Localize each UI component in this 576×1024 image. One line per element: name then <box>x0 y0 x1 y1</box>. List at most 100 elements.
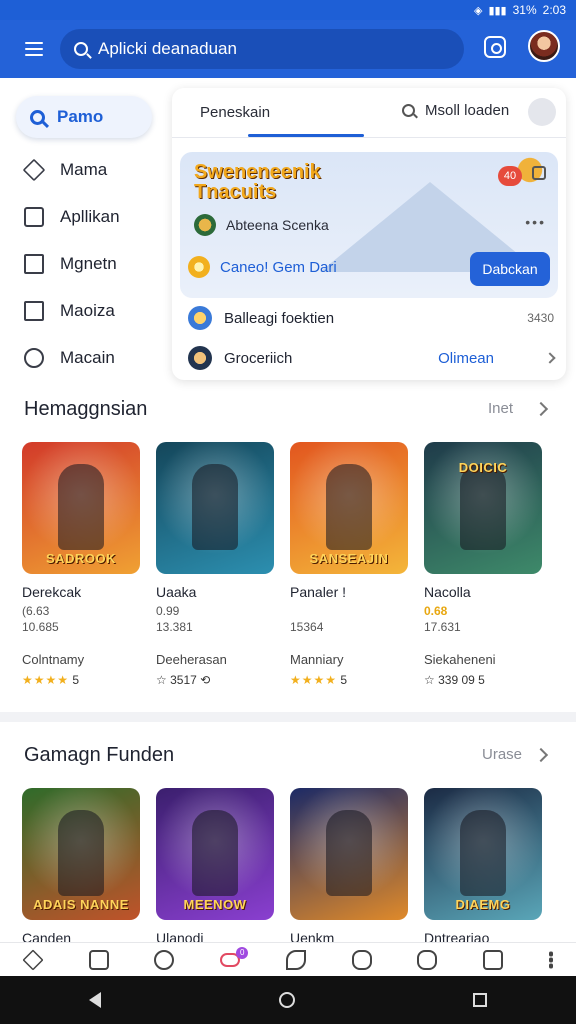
game-count: 15364 <box>290 620 324 634</box>
section-more-link[interactable]: Urase <box>482 746 522 763</box>
game-card[interactable]: SANSEAJIN Panaler ! 15364 Manniary ★★★★ … <box>290 442 408 687</box>
list-row-label: Groceriich <box>224 349 293 367</box>
back-icon[interactable] <box>89 992 101 1008</box>
page-icon[interactable] <box>483 949 504 970</box>
rating-stars: ★★★★ <box>290 673 338 687</box>
game-count: 10.685 <box>22 620 59 634</box>
hero-action-button[interactable]: Dabckan <box>470 252 550 286</box>
game-card[interactable]: SADROOK Derekcak (6.63 10.685 Colntnamy … <box>22 442 140 687</box>
menu-button[interactable] <box>14 29 54 69</box>
section-title: Hemaggnsian <box>24 398 148 420</box>
expand-icon[interactable] <box>532 166 546 180</box>
game-card[interactable]: DOICIC Nacolla 0.68 17.631 Siekaheneni ☆… <box>424 442 542 687</box>
game-card[interactable]: MEENOW Ulanodi <box>156 788 274 946</box>
avatar[interactable] <box>528 30 560 62</box>
game-category: Deeherasan <box>156 652 227 667</box>
game-category: Siekaheneni <box>424 652 496 667</box>
game-logo: DIAEMG <box>455 897 511 912</box>
top-app-bar: Aplicki deanaduan <box>0 20 576 78</box>
nav-item-mama[interactable]: Mama <box>16 146 156 193</box>
camera-icon[interactable] <box>484 36 506 58</box>
game-row-2: ADAIS NANNE Canden MEENOW Ulanodi Uenkm … <box>22 788 542 946</box>
game-icon <box>188 346 212 370</box>
rating-extra: 5 <box>72 673 80 687</box>
home-circle-icon[interactable] <box>279 992 295 1008</box>
list-row-value: 3430 <box>527 311 554 325</box>
search-text: Aplicki deanaduan <box>98 39 237 58</box>
tab-peneskain[interactable]: Peneskain <box>200 104 270 121</box>
list-row[interactable]: Groceriich Olimean <box>188 338 558 378</box>
home-icon[interactable] <box>22 948 44 971</box>
hero-title-line2: Tnacuits <box>194 181 277 203</box>
chevron-right-icon[interactable] <box>533 401 549 417</box>
panel-search-button[interactable] <box>528 98 556 126</box>
game-price: (6.63 <box>22 604 50 618</box>
nav-item-label: Mgnetn <box>60 253 117 273</box>
game-thumbnail: ADAIS NANNE <box>22 788 140 920</box>
circle-icon[interactable] <box>154 949 175 970</box>
chevron-right-icon[interactable] <box>533 747 549 763</box>
search-bar[interactable]: Aplicki deanaduan <box>60 29 464 69</box>
nav-item-mgnetn[interactable]: Mgnetn <box>16 240 156 287</box>
game-logo: SANSEAJIN <box>309 551 389 566</box>
hero-title: Sweneneenik Tnacuits <box>194 162 321 202</box>
game-category: Manniary <box>290 652 344 667</box>
box-icon <box>24 300 44 321</box>
more-icon[interactable]: ••• <box>525 214 546 230</box>
game-rating: ☆ 339 09 5 <box>424 673 542 687</box>
game-logo: ADAIS NANNE <box>33 897 129 912</box>
search-icon <box>30 109 45 125</box>
clock: 2:03 <box>542 3 566 17</box>
game-thumbnail <box>156 442 274 574</box>
hero-banner[interactable]: Sweneneenik Tnacuits 40 Abteena Scenka •… <box>180 152 558 298</box>
game-rating: ☆ 3517 ⟲ <box>156 673 274 687</box>
square-icon[interactable] <box>88 949 109 970</box>
section-more-link[interactable]: Inet <box>488 400 513 417</box>
game-thumbnail: MEENOW <box>156 788 274 920</box>
game-card[interactable]: Uaaka 0.99 13.381 Deeherasan ☆ 3517 ⟲ <box>156 442 274 687</box>
puzzle-icon[interactable] <box>417 949 438 970</box>
nav-item-macain[interactable]: Macain <box>16 334 156 381</box>
chevron-right-icon[interactable] <box>544 352 556 364</box>
rating-stars: ★★★★ <box>22 673 70 687</box>
hero-title-line1: Sweneneenik <box>194 161 321 183</box>
nav-item-maoiza[interactable]: Maoiza <box>16 287 156 334</box>
game-name: Derekcak <box>22 584 82 600</box>
system-nav-bar <box>0 976 576 1024</box>
game-thumbnail: SADROOK <box>22 442 140 574</box>
game-rating: ★★★★ 5 <box>22 673 140 687</box>
game-rating: ★★★★ 5 <box>290 673 408 687</box>
game-name: Nacolla <box>424 584 471 600</box>
star-icon[interactable] <box>351 949 372 970</box>
rating-stars: ☆ 3517 <box>156 673 197 687</box>
list-row[interactable]: Balleagi foektien 3430 <box>188 298 558 338</box>
game-card[interactable]: Uenkm <box>290 788 408 946</box>
game-name: Panaler ! <box>290 584 347 600</box>
home-icon <box>22 158 46 181</box>
tab-label: Msoll loaden <box>425 102 510 119</box>
leaf-icon[interactable] <box>285 949 306 970</box>
game-count: 17.631 <box>424 620 461 634</box>
wifi-icon: ◈ <box>473 4 483 17</box>
rating-extra: 5 <box>478 673 485 687</box>
hero-subtitle: Abteena Scenka <box>194 214 329 236</box>
recents-icon[interactable] <box>473 993 487 1007</box>
game-card[interactable]: ADAIS NANNE Canden <box>22 788 140 946</box>
game-card[interactable]: DIAEMG Dntreariao <box>424 788 542 946</box>
nav-search-button[interactable]: Pamo <box>16 96 152 138</box>
nav-item-label: Maoiza <box>60 300 115 320</box>
list-row-link[interactable]: Olimean <box>438 350 494 367</box>
game-thumbnail <box>290 788 408 920</box>
signal-icon: ▮▮▮ <box>488 4 507 17</box>
gamepad-icon[interactable]: 0 <box>220 946 249 967</box>
game-price: 0.99 <box>156 604 180 618</box>
nav-item-apllikan[interactable]: Apllikan <box>16 193 156 240</box>
more-vertical-icon[interactable] <box>549 950 553 969</box>
nav-search-label: Pamo <box>57 107 104 126</box>
tab-msoll-loaden[interactable]: Msoll loaden <box>402 102 509 119</box>
game-logo: SADROOK <box>46 551 116 566</box>
left-navigation: Pamo Mama Apllikan Mgnetn Maoiza Macain <box>16 96 156 381</box>
game-name: Uaaka <box>156 584 197 600</box>
list-row-label: Balleagi foektien <box>224 309 335 327</box>
game-thumbnail: DIAEMG <box>424 788 542 920</box>
